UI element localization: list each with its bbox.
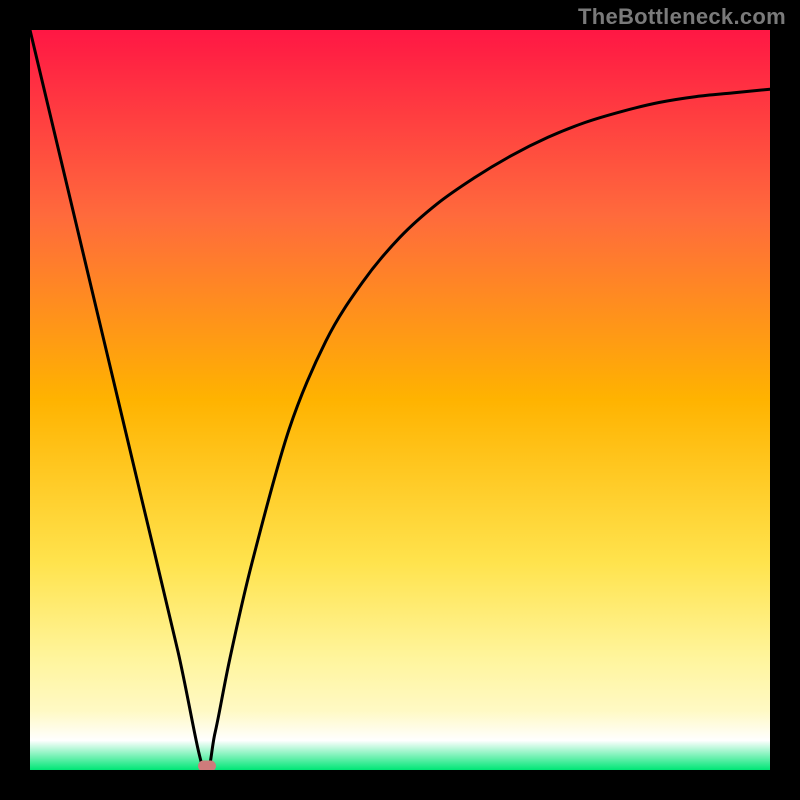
plot-area (30, 30, 770, 770)
attribution-label: TheBottleneck.com (578, 4, 786, 30)
optimal-point-marker (198, 761, 216, 770)
chart-frame: TheBottleneck.com (0, 0, 800, 800)
bottleneck-curve (30, 30, 770, 770)
